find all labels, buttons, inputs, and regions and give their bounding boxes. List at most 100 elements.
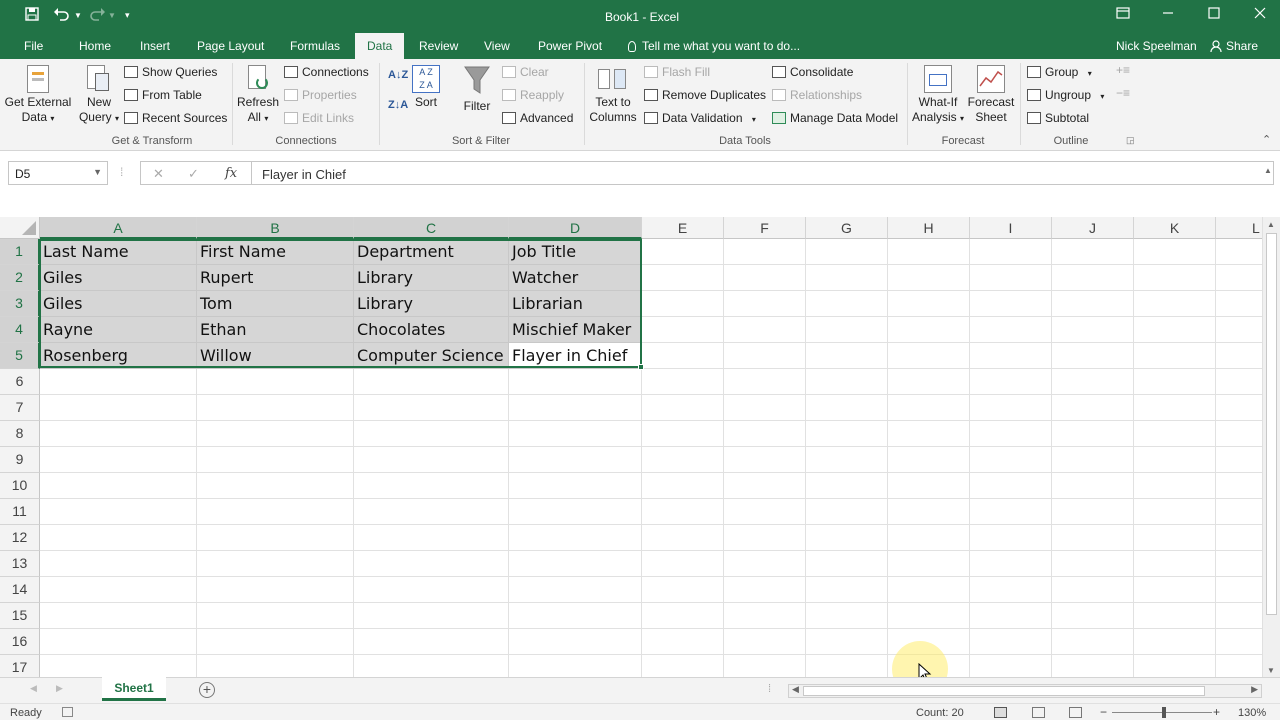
column-header-j[interactable]: J — [1052, 217, 1134, 239]
collapse-ribbon-icon[interactable]: ⌃ — [1262, 133, 1271, 146]
formula-input[interactable]: Flayer in Chief — [252, 161, 1274, 185]
name-box-dropdown-icon[interactable]: ▼ — [93, 167, 102, 177]
sort-button[interactable]: A ZZ A Sort — [410, 65, 442, 110]
ribbon-display-options-icon[interactable] — [1113, 6, 1133, 24]
row-header[interactable]: 9 — [0, 447, 40, 473]
relationships-button[interactable]: Relationships — [772, 88, 862, 102]
column-header-c[interactable]: C — [354, 217, 509, 239]
recent-sources-button[interactable]: Recent Sources — [124, 111, 227, 125]
column-header-e[interactable]: E — [642, 217, 724, 239]
tab-split-handle-icon[interactable]: ⁞ — [768, 683, 771, 695]
sort-a-z-icon[interactable]: A↓Z — [388, 69, 408, 81]
row-header[interactable]: 4 — [0, 317, 40, 343]
zoom-level[interactable]: 130% — [1238, 707, 1266, 719]
cell-a5[interactable]: Rosenberg — [40, 343, 197, 369]
scroll-down-icon[interactable]: ▼ — [1267, 666, 1275, 675]
cell-c2[interactable]: Library — [354, 265, 509, 291]
cell-c3[interactable]: Library — [354, 291, 509, 317]
cell-b3[interactable]: Tom — [197, 291, 354, 317]
hide-detail-icon[interactable]: −≡ — [1116, 86, 1130, 100]
row-header[interactable]: 3 — [0, 291, 40, 317]
cell-d5-active[interactable]: Flayer in Chief — [509, 343, 642, 369]
column-header-k[interactable]: K — [1134, 217, 1216, 239]
scroll-up-icon[interactable]: ▲ — [1267, 220, 1275, 229]
prev-sheet-icon[interactable]: ◀ — [30, 683, 37, 694]
column-header-g[interactable]: G — [806, 217, 888, 239]
cell-c1[interactable]: Department — [354, 239, 509, 265]
cell-c5[interactable]: Computer Science — [354, 343, 509, 369]
vertical-scrollbar[interactable]: ▲ ▼ — [1262, 217, 1280, 677]
tab-power-pivot[interactable]: Power Pivot — [538, 39, 602, 53]
row-header[interactable]: 15 — [0, 603, 40, 629]
cell-b5[interactable]: Willow — [197, 343, 354, 369]
page-break-preview-icon[interactable] — [1069, 707, 1082, 718]
show-queries-button[interactable]: Show Queries — [124, 65, 217, 79]
insert-function-icon[interactable]: fx — [225, 166, 237, 181]
reapply-button[interactable]: Reapply — [502, 88, 564, 102]
cell-d4[interactable]: Mischief Maker — [509, 317, 642, 343]
new-sheet-icon[interactable]: + — [199, 682, 215, 698]
row-header[interactable]: 6 — [0, 369, 40, 395]
column-header-a[interactable]: A — [40, 217, 197, 239]
column-header-d[interactable]: D — [509, 217, 642, 239]
row-header[interactable]: 1 — [0, 239, 40, 265]
tab-insert[interactable]: Insert — [140, 39, 170, 53]
ungroup-button[interactable]: Ungroup ▾ — [1027, 88, 1104, 102]
normal-view-icon[interactable] — [994, 707, 1007, 718]
forecast-sheet-button[interactable]: Forecast Sheet — [966, 65, 1016, 125]
cancel-icon[interactable]: ✕ — [153, 166, 164, 182]
row-header[interactable]: 12 — [0, 525, 40, 551]
show-detail-icon[interactable]: +≡ — [1116, 63, 1130, 77]
new-query-button[interactable]: New Query ▾ — [76, 65, 122, 126]
subtotal-button[interactable]: Subtotal — [1027, 111, 1089, 125]
row-header[interactable]: 5 — [0, 343, 40, 369]
page-layout-view-icon[interactable] — [1032, 707, 1045, 718]
edit-links-button[interactable]: Edit Links — [284, 111, 354, 125]
cell-d3[interactable]: Librarian — [509, 291, 642, 317]
column-header-b[interactable]: B — [197, 217, 354, 239]
outline-dialog-launcher-icon[interactable]: ◲ — [1126, 135, 1135, 146]
connections-button[interactable]: Connections — [284, 65, 369, 79]
sort-z-a-icon[interactable]: Z↓A — [388, 99, 408, 111]
cell-c4[interactable]: Chocolates — [354, 317, 509, 343]
column-header-i[interactable]: I — [970, 217, 1052, 239]
row-header[interactable]: 8 — [0, 421, 40, 447]
cell-d1[interactable]: Job Title — [509, 239, 642, 265]
minimize-icon[interactable] — [1158, 6, 1178, 24]
cell-a3[interactable]: Giles — [40, 291, 197, 317]
cell-a4[interactable]: Rayne — [40, 317, 197, 343]
cell-a2[interactable]: Giles — [40, 265, 197, 291]
vertical-scroll-thumb[interactable] — [1266, 233, 1277, 615]
macro-recording-icon[interactable] — [62, 707, 73, 717]
column-header-f[interactable]: F — [724, 217, 806, 239]
worksheet-grid[interactable]: A B C D E F G H I J K L 1 2 3 4 5 6 7 8 … — [0, 217, 1262, 677]
cell-b1[interactable]: First Name — [197, 239, 354, 265]
scroll-left-icon[interactable]: ◀ — [792, 684, 799, 695]
share-button[interactable]: Share — [1210, 39, 1258, 53]
row-header[interactable]: 16 — [0, 629, 40, 655]
row-header[interactable]: 7 — [0, 395, 40, 421]
user-name[interactable]: Nick Speelman — [1116, 39, 1197, 53]
sheet-tab-sheet1[interactable]: Sheet1 — [102, 677, 166, 701]
tab-data[interactable]: Data — [355, 33, 405, 59]
select-all-button[interactable] — [0, 217, 40, 239]
cell-a1[interactable]: Last Name — [40, 239, 197, 265]
row-header[interactable]: 17 — [0, 655, 40, 677]
refresh-all-button[interactable]: Refresh All ▾ — [236, 65, 280, 126]
text-to-columns-button[interactable]: Text to Columns — [588, 65, 638, 125]
clear-button[interactable]: Clear — [502, 65, 549, 79]
what-if-analysis-button[interactable]: What-If Analysis ▾ — [910, 65, 966, 126]
column-header-h[interactable]: H — [888, 217, 970, 239]
row-header[interactable]: 2 — [0, 265, 40, 291]
row-header[interactable]: 11 — [0, 499, 40, 525]
expand-formula-bar-icon[interactable]: ▲ — [1264, 166, 1272, 175]
row-header[interactable]: 14 — [0, 577, 40, 603]
zoom-out-icon[interactable]: − — [1100, 705, 1107, 719]
tell-me-box[interactable]: Tell me what you want to do... — [628, 39, 800, 53]
cell-b4[interactable]: Ethan — [197, 317, 354, 343]
cell-b2[interactable]: Rupert — [197, 265, 354, 291]
tab-formulas[interactable]: Formulas — [290, 39, 340, 53]
group-button[interactable]: Group ▾ — [1027, 65, 1092, 79]
row-header[interactable]: 13 — [0, 551, 40, 577]
data-validation-button[interactable]: Data Validation ▾ — [644, 111, 756, 125]
